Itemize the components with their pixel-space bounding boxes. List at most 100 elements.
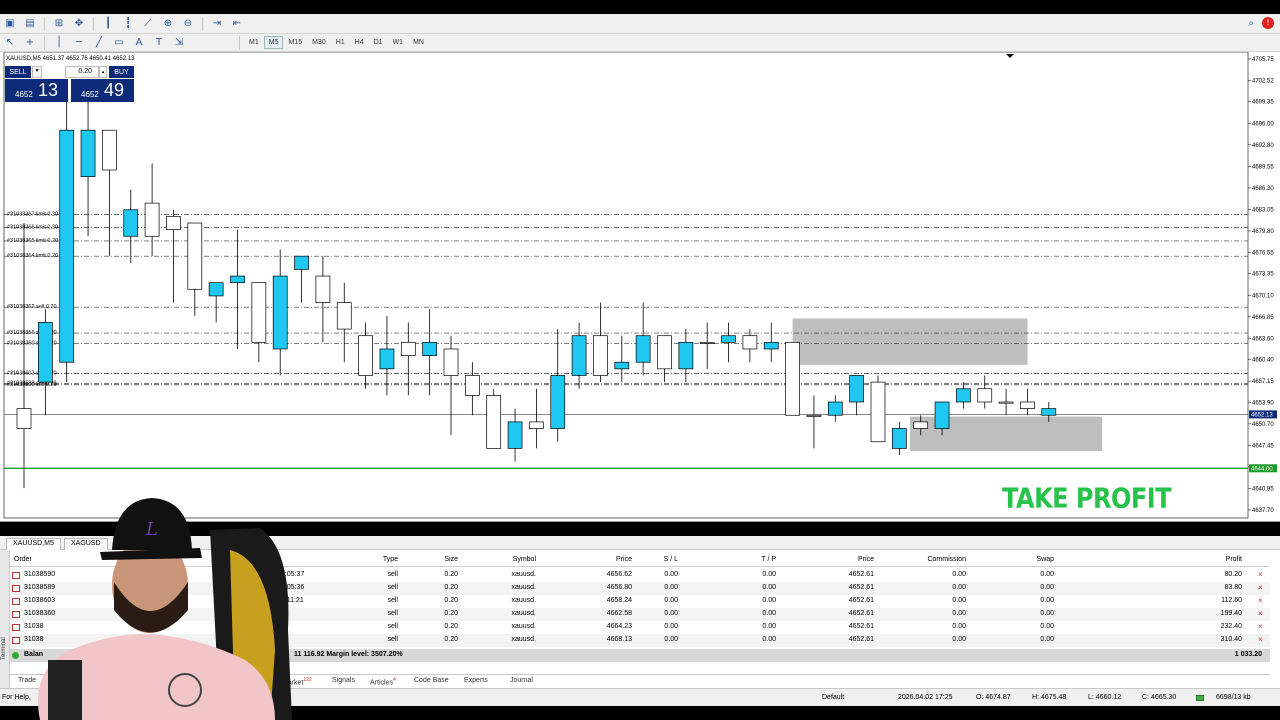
navigator-icon[interactable]: ✥ [71, 17, 87, 31]
candle-body [166, 216, 181, 231]
notification-icon[interactable]: ! [1262, 17, 1274, 29]
close-position-icon[interactable]: × [1258, 570, 1263, 579]
close-position-icon[interactable]: × [1258, 609, 1263, 618]
buy-button[interactable]: BUY [109, 66, 134, 78]
candle-body [358, 335, 373, 376]
timeframe-d1[interactable]: D1 [369, 36, 388, 49]
timeframe-m30[interactable]: M30 [307, 36, 331, 49]
terminal-tab-signals[interactable]: Signals [332, 677, 355, 684]
line-chart-icon[interactable]: ⟋ [140, 17, 156, 31]
candle-body [272, 275, 288, 350]
close-position-icon[interactable]: × [1258, 635, 1263, 644]
sell-quote[interactable]: 4652 13 [5, 79, 68, 102]
y-tick-label: 4696.00 [1252, 122, 1274, 128]
chart-shift-icon[interactable]: ⇤ [229, 17, 245, 31]
candle-body [486, 395, 502, 449]
horizontal-line-icon[interactable]: ─ [71, 36, 87, 50]
cell-commission: 0.00 [952, 636, 966, 643]
lot-stepper-icon[interactable]: ▴ [99, 66, 107, 78]
y-tick-label: 4663.60 [1252, 336, 1274, 342]
order-line-label: #31038362 sell 0.20 [7, 304, 57, 310]
terminal-tab-journal[interactable]: Journal [510, 677, 533, 684]
sell-quote-prefix: 4652 [15, 90, 33, 99]
cell-sl: 0.00 [664, 597, 678, 604]
bar-chart-icon[interactable]: ┃ [100, 17, 116, 31]
price-chart[interactable]: 4705.75 4702.52 4699.35 4696.00 4692.80 4689.… [0, 52, 1280, 522]
cell-type: sell [387, 584, 398, 591]
close-position-icon[interactable]: × [1258, 583, 1263, 592]
y-tick-label: 4705.75 [1252, 57, 1274, 63]
sell-order-icon [12, 585, 20, 592]
header-symbol[interactable]: Symbol [456, 556, 536, 563]
cell-sl: 0.00 [664, 636, 678, 643]
candle-body [635, 335, 651, 363]
sell-order-icon [12, 611, 20, 618]
timeframe-m5[interactable]: M5 [263, 36, 284, 49]
buy-quote[interactable]: 4652 49 [71, 79, 134, 102]
zoom-in-icon[interactable]: ⊕ [160, 17, 176, 31]
cell-current-price: 4652.61 [848, 610, 874, 617]
header-current-price[interactable]: Price [784, 556, 874, 563]
header-type[interactable]: Type [338, 556, 398, 563]
candle-body [379, 348, 395, 370]
header-sl[interactable]: S / L [588, 556, 678, 563]
cell-commission: 0.00 [952, 597, 966, 604]
vertical-line-icon[interactable]: │ [51, 36, 67, 50]
rectangle-icon[interactable]: ▭ [111, 36, 127, 50]
zoom-out-icon[interactable]: ⊖ [180, 17, 196, 31]
cell-size: 0.20 [444, 636, 458, 643]
status-help: For Help, [2, 694, 31, 701]
timeframe-bar: M1 M5 M15 M30 H1 H4 D1 W1 MN [244, 36, 429, 49]
header-commission[interactable]: Commission [876, 556, 966, 563]
terminal-tab-articles[interactable]: Articles4 [370, 677, 396, 686]
trendline-icon[interactable]: ╱ [91, 36, 107, 50]
cell-profit: 80.20 [1224, 571, 1242, 578]
y-tick-label: 4679.80 [1252, 229, 1274, 235]
close-position-icon[interactable]: × [1258, 596, 1263, 605]
timeframe-m15[interactable]: M15 [283, 36, 307, 49]
terminal-tab-badge: 4 [392, 677, 396, 683]
profiles-icon[interactable]: ▤ [22, 17, 38, 31]
order-line-label: #31038590 sell 0.20 [7, 382, 57, 388]
terminal-tab-experts[interactable]: Experts [464, 677, 488, 684]
candlestick-icon[interactable]: ┇ [120, 17, 136, 31]
terminal-tab-code-base[interactable]: Code Base [414, 677, 449, 684]
search-icon[interactable]: ⌕ [1248, 18, 1254, 29]
chart-canvas[interactable]: 4705.75 4702.52 4699.35 4696.00 4692.80 4689.… [0, 52, 1280, 522]
timeframe-h4[interactable]: H4 [350, 36, 369, 49]
chevron-down-icon[interactable]: ▾ [32, 66, 42, 78]
header-profit[interactable]: Profit [1062, 556, 1242, 563]
candle-body [657, 335, 672, 370]
header-size[interactable]: Size [398, 556, 458, 563]
cell-symbol: xauusd. [511, 584, 536, 591]
timeframe-m1[interactable]: M1 [244, 36, 264, 49]
crosshair-icon[interactable]: + [22, 36, 38, 50]
cursor-icon[interactable]: ↖ [2, 36, 18, 50]
lot-size-input[interactable]: 0.20 [65, 66, 99, 78]
sell-order-icon [12, 572, 20, 579]
cell-symbol: xauusd. [511, 636, 536, 643]
new-chart-icon[interactable]: ▣ [2, 17, 18, 31]
sell-button[interactable]: SELL [5, 66, 31, 78]
text-label-icon[interactable]: T [151, 36, 167, 50]
text-icon[interactable]: A [131, 36, 147, 50]
y-tick-label: 4660.40 [1252, 358, 1274, 364]
autoscroll-icon[interactable]: ⇥ [209, 17, 225, 31]
candle-body [998, 401, 1014, 404]
status-profile: Default [822, 694, 845, 701]
market-watch-icon[interactable]: ⊞ [51, 17, 67, 31]
price-zone-rectangle [792, 318, 1028, 365]
candle-body [785, 341, 800, 416]
timeframe-h1[interactable]: H1 [331, 36, 350, 49]
close-position-icon[interactable]: × [1258, 622, 1263, 631]
arrows-icon[interactable]: ⇲ [171, 36, 187, 50]
header-tp[interactable]: T / P [686, 556, 776, 563]
order-line-label: #31038367 limit 0.20 [7, 211, 58, 217]
timeframe-w1[interactable]: W1 [388, 36, 409, 49]
timeframe-mn[interactable]: MN [408, 36, 429, 49]
y-tick-label: 4689.55 [1252, 164, 1274, 170]
cell-type: sell [387, 571, 398, 578]
cell-commission: 0.00 [952, 571, 966, 578]
header-swap[interactable]: Swap [964, 556, 1054, 563]
cell-type: sell [387, 610, 398, 617]
